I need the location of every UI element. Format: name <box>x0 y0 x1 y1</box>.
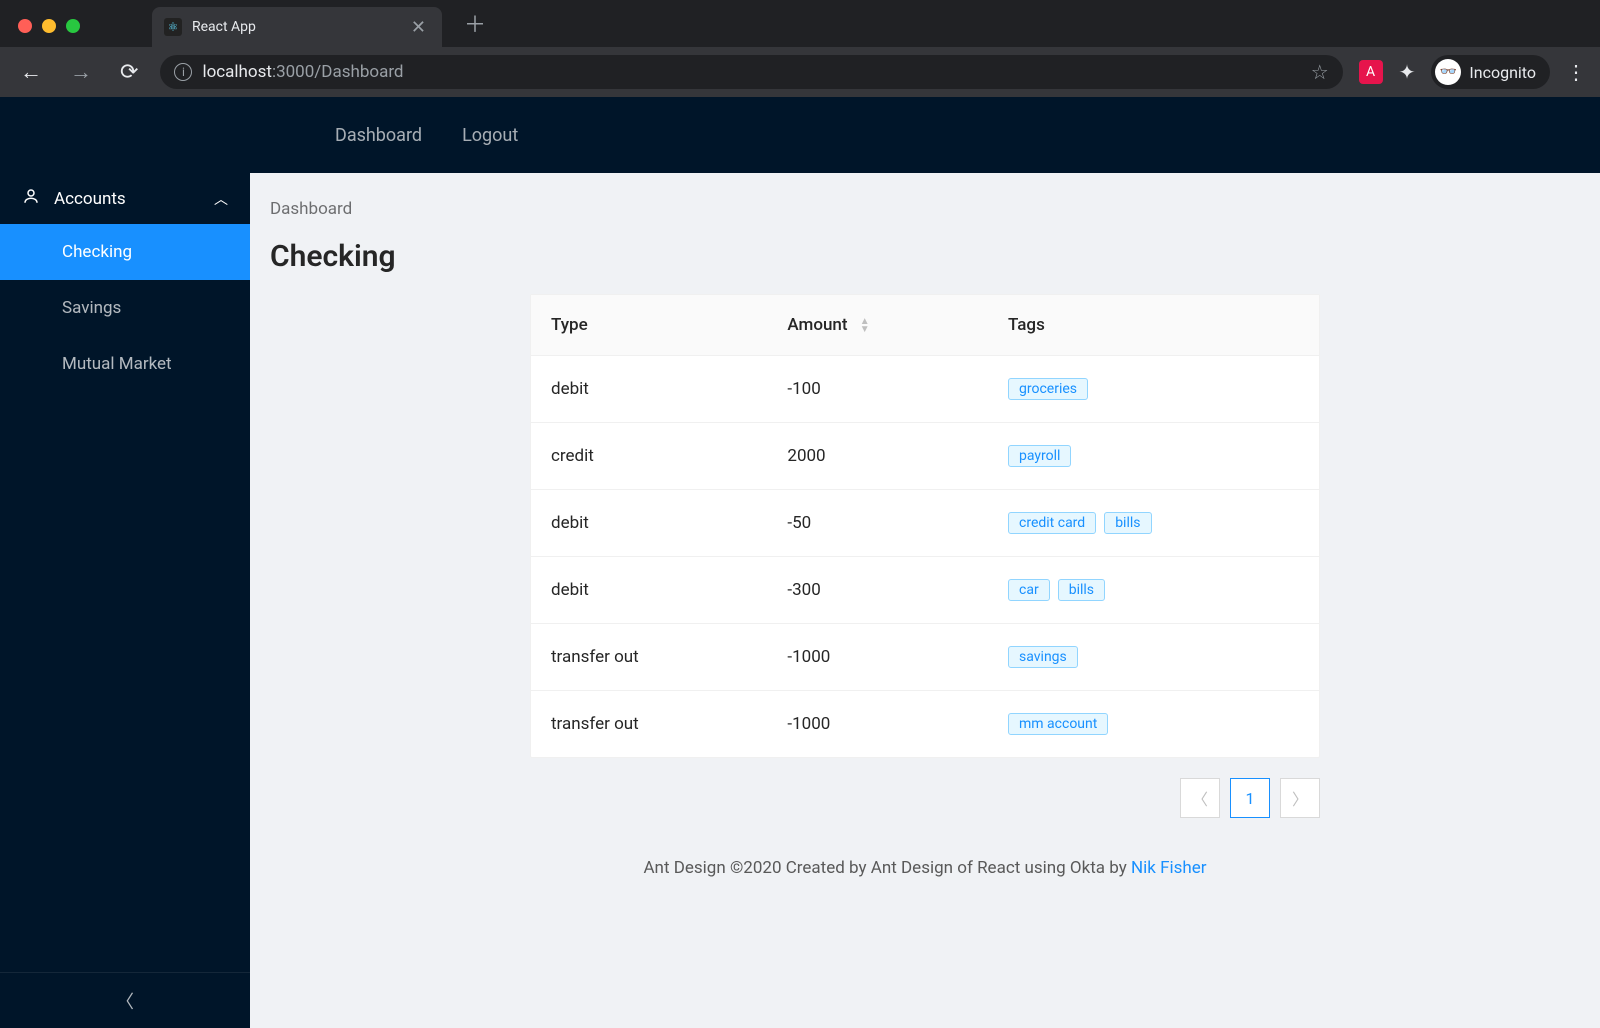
cell-tags: savings <box>988 624 1319 691</box>
url-path: :3000/Dashboard <box>272 62 404 82</box>
tag[interactable]: savings <box>1008 646 1078 668</box>
window-maximize-button[interactable] <box>66 19 80 33</box>
table-row: transfer out-1000 savings <box>531 624 1319 691</box>
incognito-icon: 👓 <box>1435 59 1461 85</box>
col-tags[interactable]: Tags <box>988 295 1319 356</box>
table-row: credit2000 payroll <box>531 423 1319 490</box>
cell-tags: groceries <box>988 356 1319 423</box>
cell-type: debit <box>531 557 767 624</box>
cell-tags: payroll <box>988 423 1319 490</box>
browser-tab[interactable]: ⚛ React App ✕ <box>152 7 442 47</box>
cell-amount: -300 <box>767 557 988 624</box>
col-type-label: Type <box>551 315 588 335</box>
reload-button[interactable]: ⟳ <box>114 60 144 85</box>
sidebar-collapse-button[interactable]: 〈 <box>0 972 250 1028</box>
footer: Ant Design ©2020 Created by Ant Design o… <box>270 818 1580 888</box>
cell-type: debit <box>531 356 767 423</box>
address-bar[interactable]: i localhost:3000/Dashboard ☆ <box>160 55 1342 89</box>
footer-text: Ant Design ©2020 Created by Ant Design o… <box>643 858 1131 878</box>
pagination-next[interactable]: 〉 <box>1280 778 1320 818</box>
cell-tags: credit card bills <box>988 490 1319 557</box>
sidebar-group-accounts[interactable]: Accounts ︿ <box>0 173 250 224</box>
transactions-table: Type Amount ▲▼ Tags debit-100groceriescr… <box>530 294 1320 758</box>
tag[interactable]: mm account <box>1008 713 1108 735</box>
pagination-page-1[interactable]: 1 <box>1230 778 1270 818</box>
sidebar-item-mutual-market[interactable]: Mutual Market <box>0 336 250 392</box>
col-tags-label: Tags <box>1008 315 1045 335</box>
window-close-button[interactable] <box>18 19 32 33</box>
cell-type: transfer out <box>531 624 767 691</box>
nav-logout[interactable]: Logout <box>462 125 518 146</box>
back-button[interactable]: ← <box>14 59 48 85</box>
browser-tab-title: React App <box>192 19 397 35</box>
tag[interactable]: bills <box>1104 512 1151 534</box>
top-nav: Dashboard Logout <box>0 97 1600 173</box>
browser-menu-button[interactable]: ⋮ <box>1566 60 1586 84</box>
browser-chrome: ⚛ React App ✕ ＋ ← → ⟳ i localhost:3000/D… <box>0 0 1600 97</box>
col-amount[interactable]: Amount ▲▼ <box>767 295 988 356</box>
nav-dashboard[interactable]: Dashboard <box>335 125 422 146</box>
app-root: Dashboard Logout Accounts ︿ CheckingSavi… <box>0 97 1600 1028</box>
tag[interactable]: groceries <box>1008 378 1088 400</box>
table-row: transfer out-1000 mm account <box>531 691 1319 758</box>
url-host: localhost <box>202 62 272 82</box>
cell-amount: -50 <box>767 490 988 557</box>
tag[interactable]: car <box>1008 579 1050 601</box>
cell-tags: mm account <box>988 691 1319 758</box>
sort-icon[interactable]: ▲▼ <box>860 318 870 334</box>
react-favicon-icon: ⚛ <box>164 18 182 36</box>
new-tab-button[interactable]: ＋ <box>454 7 496 39</box>
url-display: localhost:3000/Dashboard <box>202 62 403 82</box>
sidebar: Accounts ︿ CheckingSavingsMutual Market … <box>0 173 250 1028</box>
tag[interactable]: credit card <box>1008 512 1096 534</box>
content-area: Dashboard Checking Type Amount ▲▼ Tags <box>250 173 1600 1028</box>
extension-icon[interactable]: A <box>1359 60 1383 84</box>
cell-amount: -1000 <box>767 624 988 691</box>
bookmark-icon[interactable]: ☆ <box>1311 60 1329 84</box>
incognito-indicator[interactable]: 👓 Incognito <box>1431 55 1550 89</box>
sidebar-group-label: Accounts <box>54 189 126 209</box>
browser-tab-strip: ⚛ React App ✕ ＋ <box>0 0 1600 47</box>
site-info-icon[interactable]: i <box>174 63 192 81</box>
window-minimize-button[interactable] <box>42 19 56 33</box>
cell-type: credit <box>531 423 767 490</box>
forward-button[interactable]: → <box>64 59 98 85</box>
close-tab-button[interactable]: ✕ <box>407 17 430 38</box>
sidebar-item-savings[interactable]: Savings <box>0 280 250 336</box>
footer-author-link[interactable]: Nik Fisher <box>1131 858 1207 878</box>
cell-type: transfer out <box>531 691 767 758</box>
cell-amount: -100 <box>767 356 988 423</box>
pagination-prev[interactable]: 〈 <box>1180 778 1220 818</box>
breadcrumb: Dashboard <box>270 199 1580 219</box>
sidebar-item-checking[interactable]: Checking <box>0 224 250 280</box>
pagination: 〈 1 〉 <box>530 778 1320 818</box>
window-controls <box>18 19 80 33</box>
browser-toolbar: ← → ⟳ i localhost:3000/Dashboard ☆ A ✦ 👓… <box>0 47 1600 97</box>
cell-amount: 2000 <box>767 423 988 490</box>
table-row: debit-300 car bills <box>531 557 1319 624</box>
col-type[interactable]: Type <box>531 295 767 356</box>
col-amount-label: Amount <box>787 315 847 335</box>
user-icon <box>22 187 40 210</box>
cell-amount: -1000 <box>767 691 988 758</box>
app-body: Accounts ︿ CheckingSavingsMutual Market … <box>0 173 1600 1028</box>
tag[interactable]: bills <box>1058 579 1105 601</box>
page-title: Checking <box>270 239 1580 274</box>
tag[interactable]: payroll <box>1008 445 1071 467</box>
incognito-label: Incognito <box>1469 63 1536 82</box>
cell-type: debit <box>531 490 767 557</box>
table-row: debit-100 groceries <box>531 356 1319 423</box>
table-row: debit-50 credit card bills <box>531 490 1319 557</box>
chevron-up-icon: ︿ <box>214 189 228 209</box>
cell-tags: car bills <box>988 557 1319 624</box>
extensions-button[interactable]: ✦ <box>1399 60 1416 84</box>
